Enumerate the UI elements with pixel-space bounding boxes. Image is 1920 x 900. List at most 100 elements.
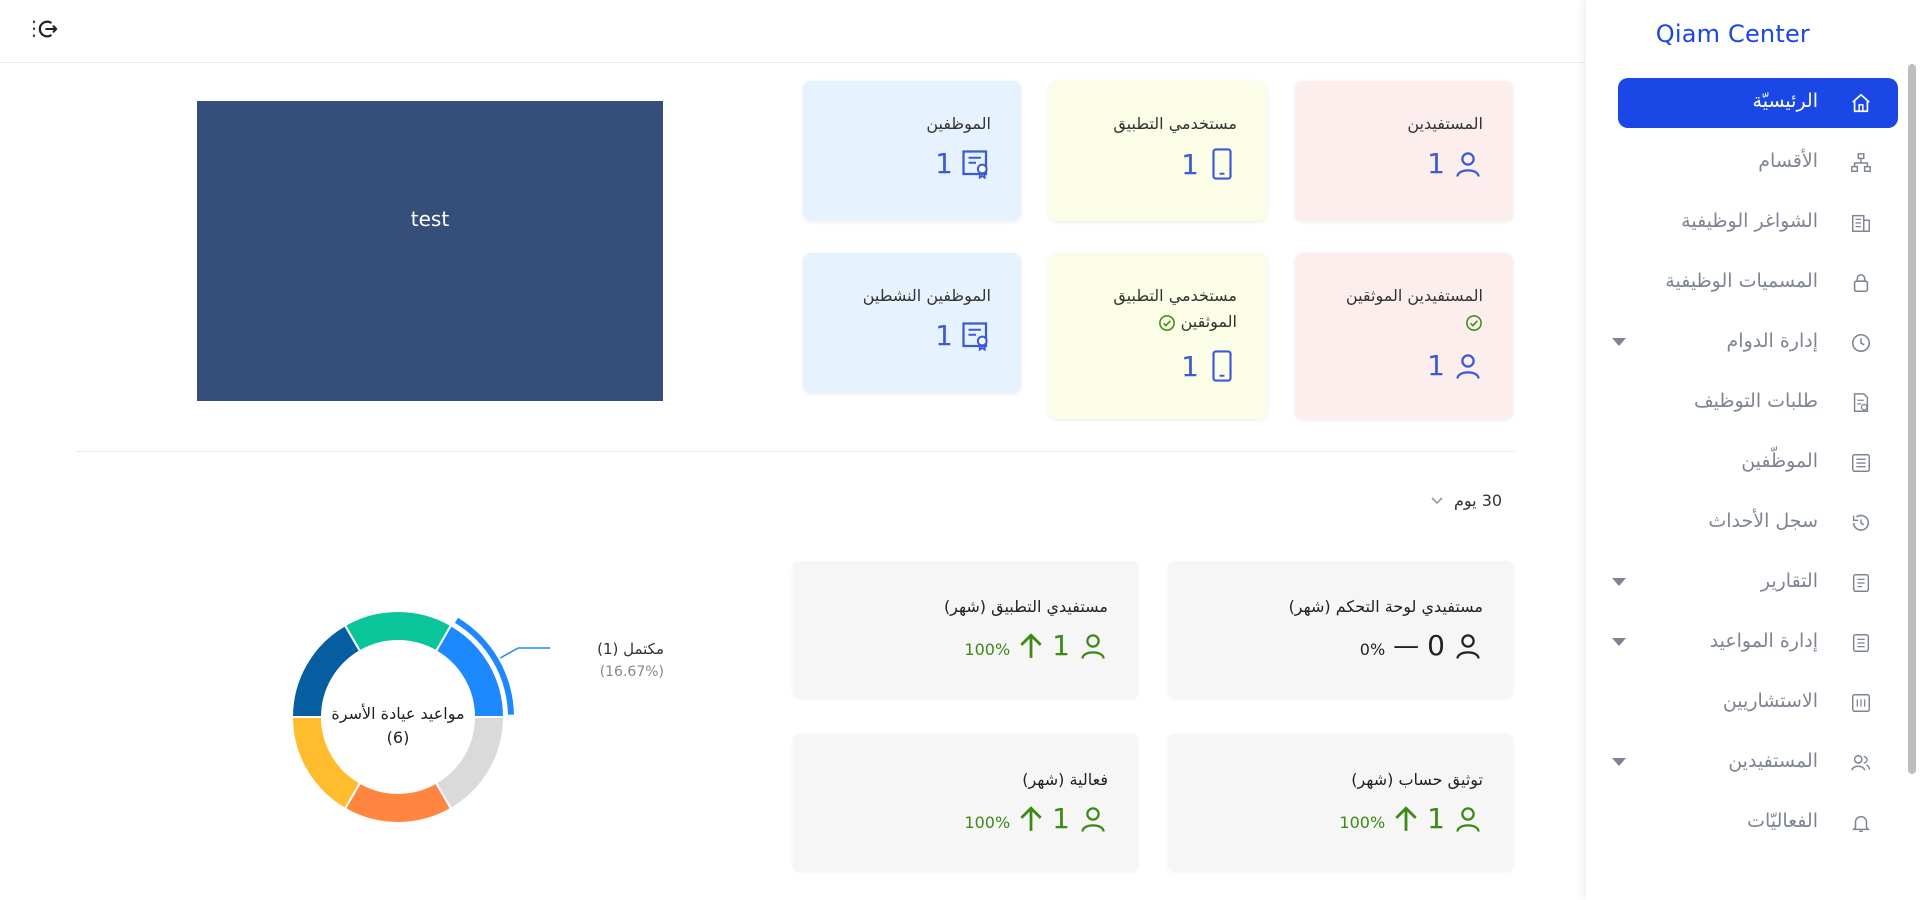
test-banner-label: test: [410, 206, 450, 231]
stat-card-app-users[interactable]: مستخدمي التطبيق 1: [1049, 81, 1267, 221]
stat-value: 1: [1181, 147, 1199, 181]
stat-value: 1: [1427, 349, 1445, 382]
stat-value: 1: [1427, 147, 1445, 180]
stat-card-verified-app-users[interactable]: مستخدمي التطبيق الموثقين 1: [1049, 253, 1267, 419]
sidebar-item-label: الاستشاريين: [1722, 690, 1818, 712]
period-label: 30 يوم: [1454, 491, 1503, 510]
user-icon: [1081, 633, 1105, 659]
stat-title: المستفيدين الموثقين: [1346, 283, 1483, 335]
sidebar-item-label: المسميات الوظيفية: [1665, 270, 1818, 292]
brand-name[interactable]: Qiam Center: [1656, 20, 1810, 48]
sidebar-item-3[interactable]: المسميات الوظيفية: [1618, 258, 1898, 308]
stat-card-verified-beneficiaries[interactable]: المستفيدين الموثقين 1: [1295, 253, 1513, 419]
report-icon: [1852, 574, 1870, 592]
monthly-title: فعالية (شهر): [1022, 770, 1108, 789]
sidebar-item-10[interactable]: الاستشاريين: [1618, 678, 1898, 728]
clock-icon: [1851, 333, 1871, 353]
dash-icon: —: [1393, 630, 1420, 661]
donut-slice-5[interactable]: [343, 610, 453, 653]
certificate-icon: [962, 321, 988, 351]
sidebar-item-label: الأقسام: [1758, 150, 1818, 172]
users-icon: [1851, 754, 1871, 771]
history-icon: [1852, 514, 1870, 531]
caret-down-icon[interactable]: [1612, 758, 1626, 766]
test-banner: test: [197, 101, 663, 401]
chevron-down-icon: [1431, 496, 1443, 504]
donut-slice-1[interactable]: [434, 716, 506, 811]
sidebar-item-4[interactable]: إدارة الدوام: [1612, 318, 1898, 368]
sidebar-item-label: الرئيسيّة: [1752, 90, 1818, 112]
stat-title: الموظفين النشطين: [862, 286, 991, 305]
monthly-percent: 100%: [964, 640, 1011, 659]
monthly-percent: 100%: [1339, 813, 1386, 832]
sidebar-item-9[interactable]: إدارة المواعيد: [1612, 618, 1898, 668]
stat-value: 1: [935, 319, 953, 352]
donut-slice-3[interactable]: [290, 716, 362, 811]
list-icon: [1852, 454, 1870, 472]
sidebar-item-label: الشواغر الوظيفية: [1681, 210, 1818, 232]
user-icon: [1456, 151, 1480, 177]
sidebar-item-label: إدارة الدوام: [1726, 330, 1818, 352]
stat-title-text: المستفيدين الموثقين: [1345, 286, 1483, 305]
sidebar-item-1[interactable]: الأقسام: [1618, 138, 1898, 188]
sidebar-item-label: الفعاليّات: [1747, 810, 1818, 832]
verified-check-icon: [1158, 314, 1175, 331]
monthly-card-account-verification[interactable]: توثيق حساب (شهر) 1 100%: [1168, 734, 1513, 871]
bell-icon: [1851, 815, 1871, 832]
stat-title: مستخدمي التطبيق: [1113, 114, 1237, 133]
arrow-up-icon: [1020, 632, 1042, 658]
user-icon: [1456, 806, 1480, 832]
document-check-icon: [1853, 393, 1869, 412]
period-select[interactable]: 30 يوم: [1430, 491, 1502, 510]
user-icon: [1456, 353, 1480, 379]
monthly-percent: 0%: [1359, 640, 1386, 659]
caret-down-icon[interactable]: [1612, 638, 1626, 646]
sidebar-item-label: إدارة المواعيد: [1709, 630, 1818, 652]
top-bar: ⋮: [0, 0, 1585, 63]
monthly-percent: 100%: [964, 813, 1011, 832]
caret-down-icon[interactable]: [1612, 578, 1626, 586]
monthly-value: 1: [1052, 802, 1070, 835]
donut-slice-label: مكتمل (1): [597, 640, 664, 658]
stat-card-employees[interactable]: الموظفين 1: [803, 81, 1021, 221]
sidebar-item-6[interactable]: الموظّفين: [1618, 438, 1898, 488]
stat-title-line1: مستخدمي التطبيق: [1113, 286, 1237, 305]
monthly-card-activity[interactable]: فعالية (شهر) 1 100%: [793, 734, 1138, 871]
building-icon: [1852, 214, 1870, 232]
monthly-value: 1: [1052, 629, 1070, 662]
sidebar-item-label: طلبات التوظيف: [1693, 390, 1818, 412]
grid-icon: [1852, 694, 1870, 712]
sidebar-item-label: التقارير: [1760, 570, 1818, 592]
sidebar-item-2[interactable]: الشواغر الوظيفية: [1618, 198, 1898, 248]
donut-center-value: (6): [387, 728, 410, 747]
lock-icon: [1853, 273, 1869, 293]
donut-center-label: مواعيد عيادة الأسرة: [331, 703, 464, 724]
sidebar-item-11[interactable]: المستفيدين: [1612, 738, 1898, 788]
sitemap-icon: [1851, 153, 1871, 172]
sidebar-item-label: سجل الأحداث: [1708, 510, 1818, 532]
caret-down-icon[interactable]: [1612, 338, 1626, 346]
sidebar-item-0[interactable]: الرئيسيّة: [1618, 78, 1898, 128]
home-icon: [1852, 93, 1870, 113]
monthly-value: 0: [1427, 629, 1445, 662]
user-icon: [1081, 806, 1105, 832]
sidebar-item-12[interactable]: الفعاليّات: [1618, 798, 1898, 848]
stat-value: 1: [1181, 349, 1199, 383]
monthly-card-app-beneficiaries[interactable]: مستفيدي التطبيق (شهر) 1 100%: [793, 561, 1138, 698]
stat-title: المستفيدين: [1407, 114, 1483, 133]
monthly-value: 1: [1427, 802, 1445, 835]
appointments-donut-chart: مكتمل (1) (16.67%) مواعيد عيادة الأسرة (6): [270, 590, 690, 850]
stat-card-beneficiaries[interactable]: المستفيدين 1: [1295, 81, 1513, 221]
sidebar-item-5[interactable]: طلبات التوظيف: [1618, 378, 1898, 428]
donut-slice-2[interactable]: [343, 781, 453, 824]
sidebar-scrollbar[interactable]: [1908, 64, 1916, 774]
mobile-icon: [1212, 148, 1232, 180]
sidebar-item-label: الموظّفين: [1741, 450, 1818, 472]
logout-icon[interactable]: [37, 18, 59, 40]
stat-card-active-employees[interactable]: الموظفين النشطين 1: [803, 253, 1021, 393]
monthly-card-dashboard-beneficiaries[interactable]: مستفيدي لوحة التحكم (شهر) 0 — 0%: [1168, 561, 1513, 698]
sidebar-item-8[interactable]: التقارير: [1612, 558, 1898, 608]
donut-svg: مكتمل (1) (16.67%) مواعيد عيادة الأسرة (6): [290, 610, 664, 824]
sidebar-item-7[interactable]: سجل الأحداث: [1618, 498, 1898, 548]
stat-title-line2: الموثقين: [1180, 312, 1237, 331]
